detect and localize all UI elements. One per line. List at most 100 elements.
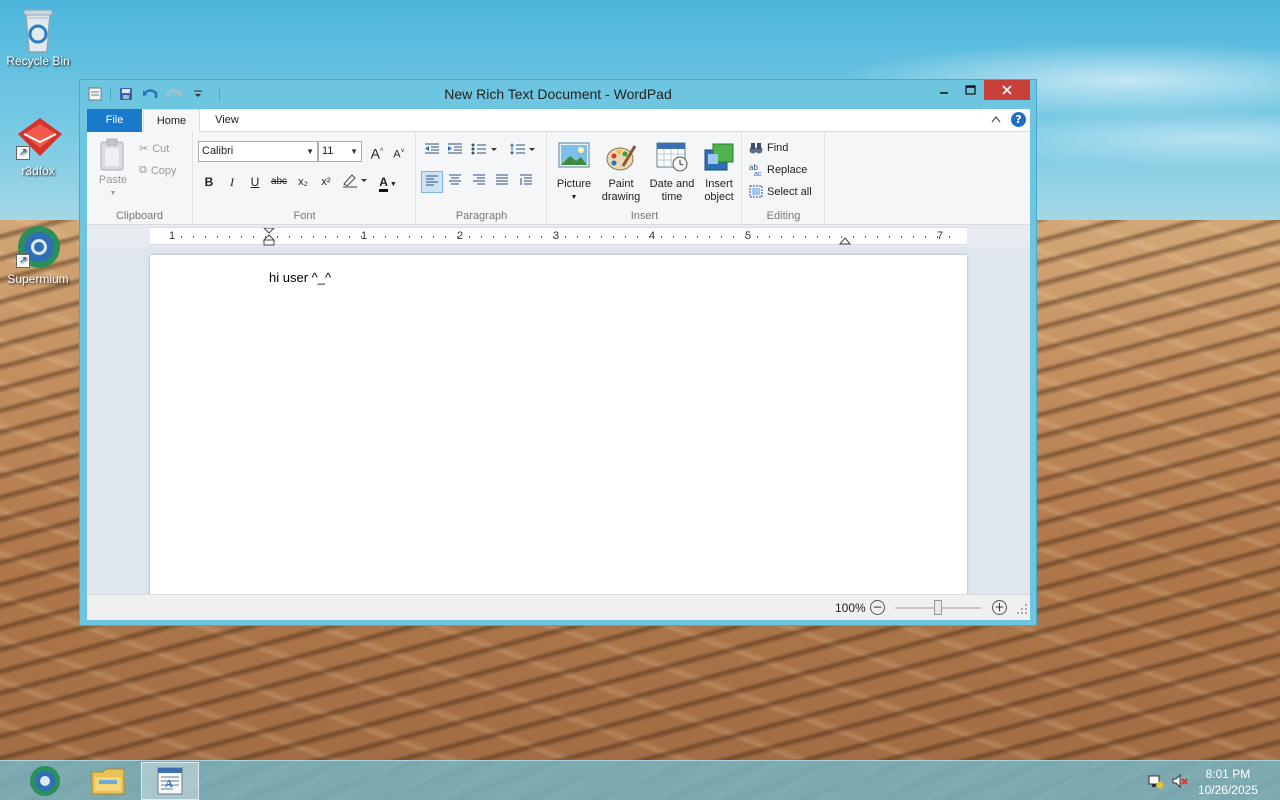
tab-home[interactable]: Home bbox=[143, 109, 200, 133]
zoom-level: 100% bbox=[835, 601, 866, 615]
ruler-mark: 1 bbox=[169, 230, 176, 242]
group-label: Editing bbox=[766, 210, 801, 222]
ruler-tick bbox=[829, 236, 830, 238]
taskbar-file-explorer[interactable] bbox=[79, 762, 137, 800]
align-right-icon bbox=[473, 174, 485, 185]
paste-button[interactable]: Paste ▼ bbox=[93, 138, 133, 200]
window-controls bbox=[930, 80, 1030, 100]
picture-label: Picture bbox=[556, 178, 592, 190]
ruler-tick bbox=[805, 236, 806, 238]
desktop-icon-supermium[interactable]: ↗ Supermium bbox=[0, 224, 76, 286]
minimize-ribbon-icon[interactable] bbox=[991, 113, 1001, 126]
chevron-down-icon: ▼ bbox=[306, 147, 314, 156]
font-color-button[interactable]: A ▼ bbox=[373, 171, 403, 193]
document-page[interactable]: hi user ^_^ bbox=[150, 255, 967, 594]
ruler-tick bbox=[901, 236, 902, 238]
left-indent-marker[interactable] bbox=[262, 227, 276, 249]
ruler-tick bbox=[361, 236, 362, 238]
line-spacing-button[interactable] bbox=[507, 141, 539, 163]
shortcut-arrow-icon: ↗ bbox=[16, 254, 30, 268]
ruler-tick bbox=[541, 236, 542, 238]
font-group: Calibri ▼ 11 ▼ A^ A˅ B I U abc x₂ x² A ▼… bbox=[194, 132, 416, 225]
grow-font-button[interactable]: A^ bbox=[366, 141, 388, 163]
close-button[interactable] bbox=[984, 80, 1030, 100]
clipboard-group: Paste ▼ ✂ Cut ⧉ Copy Clipboard bbox=[87, 132, 193, 225]
help-icon[interactable]: ? bbox=[1011, 112, 1026, 127]
copy-button[interactable]: ⧉ Copy bbox=[139, 164, 177, 177]
align-left-icon bbox=[426, 175, 438, 186]
ruler-tick bbox=[253, 236, 254, 238]
resize-grip-icon[interactable] bbox=[1017, 604, 1027, 617]
ruler-tick bbox=[697, 236, 698, 238]
replace-button[interactable]: ab ac Replace bbox=[749, 163, 807, 176]
zoom-out-button[interactable]: − bbox=[870, 600, 885, 615]
picture-button[interactable]: Picture ▼ bbox=[552, 142, 596, 204]
highlight-color-button[interactable] bbox=[340, 171, 370, 193]
font-size-select[interactable]: 11 ▼ bbox=[318, 141, 362, 162]
cut-button[interactable]: ✂ Cut bbox=[139, 142, 169, 156]
paragraph-group: Paragraph bbox=[417, 132, 547, 225]
ruler-tick bbox=[517, 236, 518, 238]
title-bar[interactable]: New Rich Text Document - WordPad bbox=[80, 80, 1036, 108]
ruler-tick bbox=[337, 236, 338, 238]
zoom-slider-thumb[interactable] bbox=[934, 600, 942, 615]
minimize-button[interactable] bbox=[930, 80, 957, 100]
status-bar: 100% − + bbox=[87, 594, 1030, 620]
clock[interactable]: 8:01 PM 10/26/2025 bbox=[1198, 766, 1258, 798]
find-button[interactable]: Find bbox=[749, 141, 788, 154]
italic-button[interactable]: I bbox=[221, 171, 243, 193]
bullets-icon bbox=[471, 143, 497, 155]
desktop-icon-recycle-bin[interactable]: Recycle Bin bbox=[0, 6, 76, 68]
highlighter-icon bbox=[343, 174, 367, 188]
tab-file[interactable]: File bbox=[87, 109, 142, 132]
picture-dropdown-icon: ▼ bbox=[570, 194, 578, 201]
insert-object-label-1: Insert bbox=[705, 178, 733, 190]
calendar-clock-icon bbox=[656, 142, 688, 174]
ruler-tick bbox=[649, 236, 650, 238]
ruler[interactable]: 1 1 2 3 4 5 7 bbox=[150, 227, 967, 246]
window-client: File Home View ? Paste ▼ ✂ Cut ⧉ Copy Cl… bbox=[87, 109, 1030, 620]
font-family-select[interactable]: Calibri ▼ bbox=[198, 141, 318, 162]
date-and-time-button[interactable]: Date and time bbox=[646, 142, 698, 204]
date-time-label-2: time bbox=[661, 191, 683, 203]
network-icon[interactable] bbox=[1148, 773, 1164, 789]
subscript-button[interactable]: x₂ bbox=[292, 171, 314, 193]
ruler-tick bbox=[445, 236, 446, 238]
find-label: Find bbox=[767, 141, 789, 154]
shrink-font-button[interactable]: A˅ bbox=[388, 141, 410, 163]
align-right-button[interactable] bbox=[468, 171, 490, 193]
decrease-indent-button[interactable] bbox=[421, 141, 443, 163]
paragraph-settings-button[interactable] bbox=[515, 171, 537, 193]
desktop-icon-r3dfox[interactable]: ↗ r3dfox bbox=[0, 116, 76, 178]
bullets-button[interactable] bbox=[469, 141, 501, 163]
paste-icon bbox=[97, 138, 129, 171]
taskbar-supermium[interactable] bbox=[16, 762, 74, 800]
zoom-in-button[interactable]: + bbox=[992, 600, 1007, 615]
select-all-label: Select all bbox=[767, 185, 812, 198]
superscript-button[interactable]: x² bbox=[315, 171, 337, 193]
align-center-button[interactable] bbox=[444, 171, 466, 193]
ruler-tick bbox=[661, 236, 662, 238]
insert-object-button[interactable]: Insert object bbox=[698, 142, 740, 204]
maximize-button[interactable] bbox=[957, 80, 984, 100]
tab-view[interactable]: View bbox=[205, 109, 249, 132]
paint-drawing-label-1: Paint bbox=[608, 178, 634, 190]
taskbar-wordpad[interactable]: A bbox=[141, 762, 199, 800]
ruler-tick bbox=[925, 236, 926, 238]
bold-button[interactable]: B bbox=[198, 171, 220, 193]
volume-muted-icon[interactable] bbox=[1172, 773, 1188, 789]
justify-button[interactable] bbox=[491, 171, 513, 193]
ruler-tick bbox=[481, 236, 482, 238]
select-all-button[interactable]: Select all bbox=[749, 185, 812, 198]
font-size-value: 11 bbox=[322, 145, 334, 157]
wordpad-icon: A bbox=[157, 767, 183, 795]
r3dfox-icon: ↗ bbox=[16, 116, 62, 160]
document-text[interactable]: hi user ^_^ bbox=[269, 270, 331, 285]
font-color-icon: A bbox=[379, 175, 388, 192]
align-left-button[interactable] bbox=[421, 171, 443, 193]
underline-button[interactable]: U bbox=[244, 171, 266, 193]
ruler-tick bbox=[493, 236, 494, 238]
increase-indent-button[interactable] bbox=[444, 141, 466, 163]
strikethrough-button[interactable]: abc bbox=[268, 171, 290, 193]
paint-drawing-button[interactable]: Paint drawing bbox=[598, 142, 644, 204]
